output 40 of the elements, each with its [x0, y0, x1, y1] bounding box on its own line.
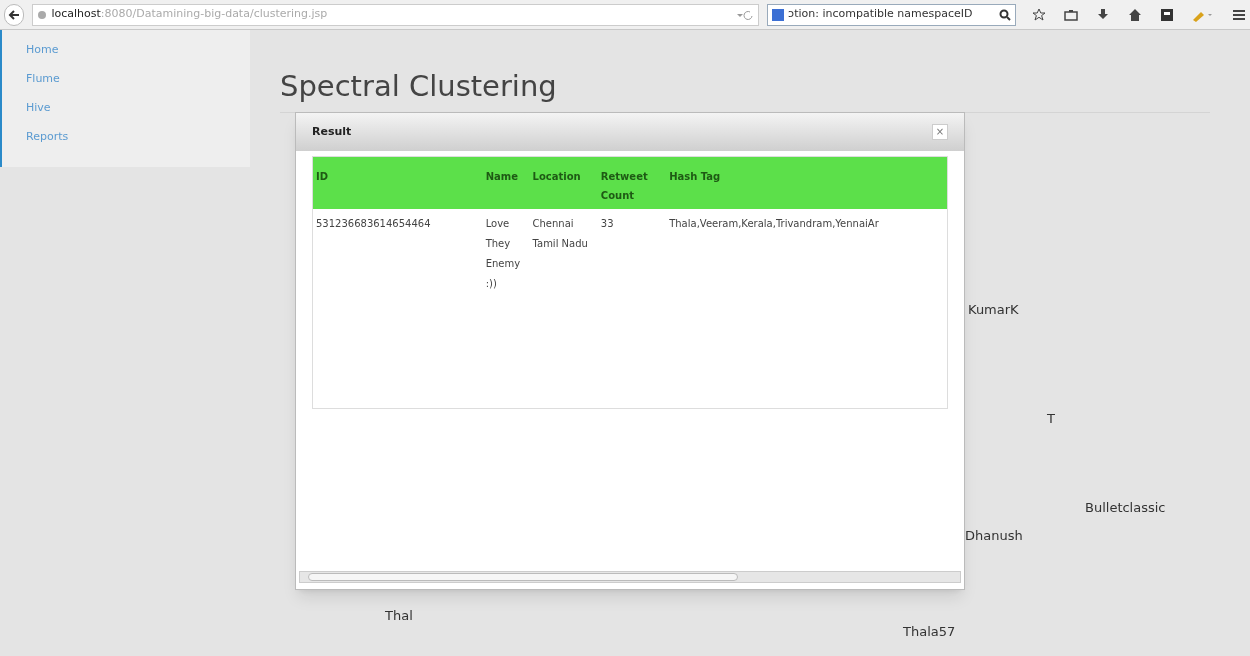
download-icon[interactable]: [1096, 7, 1110, 22]
search-engine-icon: [772, 8, 785, 21]
cloud-word: Dhanush: [965, 527, 1023, 545]
home-icon[interactable]: [1128, 7, 1142, 22]
column-header: ID: [316, 170, 330, 184]
column-header: Retweet Count: [600, 170, 649, 203]
back-button[interactable]: [4, 3, 25, 26]
table-cell-text: 33: [600, 217, 615, 231]
table-cell-text: Thala,Veeram,Kerala,Trivandram,YennaiAr: [669, 217, 880, 231]
star-icon[interactable]: [1032, 7, 1046, 22]
reload-icon: [736, 9, 755, 20]
column-header: Location: [532, 170, 582, 184]
column-header: Hash Tag: [669, 170, 722, 184]
scrollbar-thumb[interactable]: [308, 573, 738, 581]
close-button[interactable]: ×: [932, 124, 948, 140]
table-cell-text: Chennai Tamil Nadu: [532, 217, 589, 251]
sidebar-link[interactable]: Reports: [26, 131, 69, 143]
sidebar-link[interactable]: Home: [26, 44, 59, 56]
cloud-word: Thal: [385, 607, 413, 625]
table-cell-text: 531236683614654464: [316, 217, 432, 231]
column-header: Name: [485, 170, 519, 184]
search-text: ɔtion: incompatible namespaceID: [788, 6, 974, 23]
search-icon: [999, 8, 1011, 21]
briefcase-icon[interactable]: [1064, 7, 1078, 22]
menu-icon[interactable]: [1232, 7, 1246, 22]
pocket-icon[interactable]: [1160, 7, 1174, 22]
page-title: Spectral Clustering: [280, 70, 557, 102]
table-cell-text: Love They Enemy :)): [485, 217, 522, 291]
cloud-word: Bulletclassic: [1085, 499, 1166, 517]
sidebar-link[interactable]: Flume: [26, 73, 60, 85]
cloud-word: Thala57: [903, 623, 956, 641]
back-arrow-icon: [8, 8, 21, 21]
horizontal-scrollbar[interactable]: [299, 571, 961, 583]
sidebar-link[interactable]: Hive: [26, 102, 51, 114]
url-field[interactable]: localhost:8080/Datamining-big-data/clustering.jsp: [32, 3, 760, 26]
search-field[interactable]: ɔtion: incompatible namespaceID: [767, 3, 1016, 26]
dialog-title: Result: [312, 123, 352, 140]
url-text: localhost:8080/Datamining-big-data/clustering.jsp: [51, 6, 328, 23]
cloud-word: T: [1047, 410, 1055, 428]
cloud-word: KumarK: [968, 301, 1019, 319]
